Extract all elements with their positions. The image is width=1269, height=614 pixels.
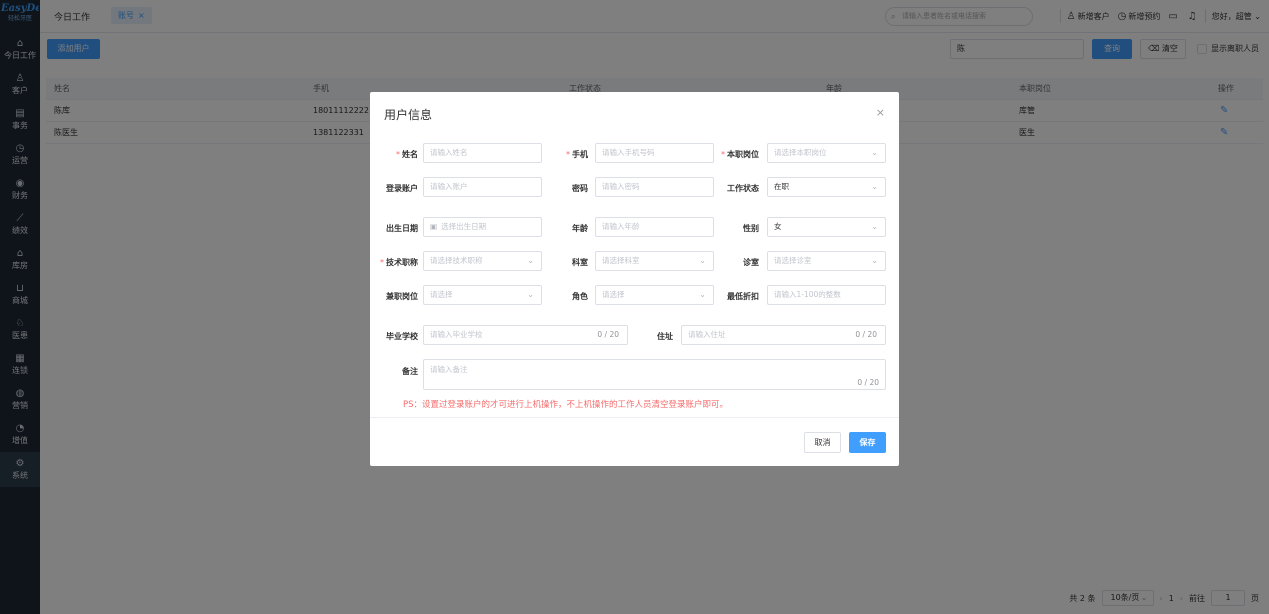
role-label: 角色	[572, 292, 588, 301]
chevron-down-icon: ⌄	[871, 182, 878, 191]
password-label: 密码	[572, 184, 588, 193]
ps-note: PS：设置过登录账户的才可进行上机操作，不上机操作的工作人员清空登录账户即可。	[403, 400, 729, 410]
char-count: 0 / 20	[855, 330, 877, 339]
remark-textarea[interactable]: 请输入备注 0 / 20	[423, 359, 886, 390]
clinic-select[interactable]: 请选择诊室 ⌄	[767, 251, 886, 271]
tech-title-label: * 技术职称	[380, 258, 418, 267]
save-button[interactable]: 保存	[849, 432, 886, 453]
min-discount-input[interactable]: 请输入1-100的整数	[767, 285, 886, 305]
part-position-label: 兼职岗位	[386, 292, 418, 301]
gender-select[interactable]: 女 ⌄	[767, 217, 886, 237]
chevron-down-icon: ⌄	[699, 256, 706, 265]
phone-label: * 手机	[566, 150, 588, 159]
account-input[interactable]: 请输入账户	[423, 177, 542, 197]
part-position-select[interactable]: 请选择 ⌄	[423, 285, 542, 305]
school-input[interactable]: 请输入毕业学校 0 / 20	[423, 325, 628, 345]
chevron-down-icon: ⌄	[527, 290, 534, 299]
gender-label: 性别	[743, 224, 759, 233]
divider	[370, 417, 899, 418]
close-icon[interactable]: ×	[876, 106, 885, 119]
role-select[interactable]: 请选择 ⌄	[595, 285, 714, 305]
char-count: 0 / 20	[597, 330, 619, 339]
account-label: 登录账户	[386, 184, 418, 193]
name-label: * 姓名	[396, 150, 418, 159]
chevron-down-icon: ⌄	[871, 256, 878, 265]
chevron-down-icon: ⌄	[871, 148, 878, 157]
position-label: * 本职岗位	[721, 150, 759, 159]
work-status-label: 工作状态	[727, 184, 759, 193]
age-label: 年龄	[572, 224, 588, 233]
chevron-down-icon: ⌄	[871, 222, 878, 231]
remark-label: 备注	[402, 367, 418, 376]
chevron-down-icon: ⌄	[527, 256, 534, 265]
user-info-dialog: 用户信息 × * 姓名 请输入姓名 * 手机 请输入手机号码 * 本职岗位 请选择本职…	[370, 92, 899, 466]
calendar-icon: ▣	[430, 222, 438, 231]
address-input[interactable]: 请输入住址 0 / 20	[681, 325, 886, 345]
school-label: 毕业学校	[386, 332, 418, 341]
birthday-picker[interactable]: ▣ 选择出生日期	[423, 217, 542, 237]
birthday-label: 出生日期	[386, 224, 418, 233]
phone-input[interactable]: 请输入手机号码	[595, 143, 714, 163]
name-input[interactable]: 请输入姓名	[423, 143, 542, 163]
dialog-title: 用户信息	[384, 108, 433, 122]
min-discount-label: 最低折扣	[727, 292, 759, 301]
chevron-down-icon: ⌄	[699, 290, 706, 299]
char-count: 0 / 20	[857, 378, 879, 387]
clinic-label: 诊室	[743, 258, 759, 267]
address-label: 住址	[657, 332, 673, 341]
cancel-button[interactable]: 取消	[804, 432, 841, 453]
position-select[interactable]: 请选择本职岗位 ⌄	[767, 143, 886, 163]
tech-title-select[interactable]: 请选择技术职称 ⌄	[423, 251, 542, 271]
age-input[interactable]: 请输入年龄	[595, 217, 714, 237]
work-status-select[interactable]: 在职 ⌄	[767, 177, 886, 197]
department-label: 科室	[572, 258, 588, 267]
password-input[interactable]: 请输入密码	[595, 177, 714, 197]
department-select[interactable]: 请选择科室 ⌄	[595, 251, 714, 271]
